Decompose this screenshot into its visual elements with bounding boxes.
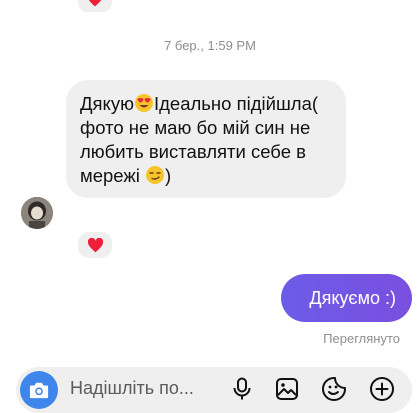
outgoing-message-text: Дякуємо :)	[309, 287, 396, 308]
image-icon	[276, 378, 298, 400]
message-timestamp: 7 бер., 1:59 PM	[164, 38, 256, 53]
microphone-icon	[233, 377, 251, 400]
incoming-message-text-end: )	[165, 165, 172, 186]
previous-message-reaction[interactable]	[76, 0, 114, 14]
avatar[interactable]	[21, 197, 53, 229]
avatar-image	[21, 197, 53, 229]
heart-eyes-emoji-icon	[134, 94, 153, 112]
sticker-icon	[322, 377, 346, 401]
smirk-emoji-icon	[146, 166, 165, 184]
camera-icon	[29, 382, 49, 399]
plus-icon	[370, 377, 394, 401]
camera-button[interactable]	[20, 371, 58, 409]
message-composer	[16, 367, 412, 413]
message-input[interactable]	[70, 376, 220, 400]
incoming-message-reaction[interactable]	[76, 230, 114, 260]
incoming-message-text-start: Дякую	[80, 93, 134, 114]
seen-status: Переглянуто	[323, 331, 400, 346]
heart-icon	[87, 237, 103, 252]
outgoing-message-bubble[interactable]: Дякуємо :)	[281, 274, 412, 322]
incoming-message-bubble[interactable]: Дякую Ідеально підійшла( фото не маю бо …	[66, 80, 346, 198]
heart-icon	[88, 0, 102, 7]
